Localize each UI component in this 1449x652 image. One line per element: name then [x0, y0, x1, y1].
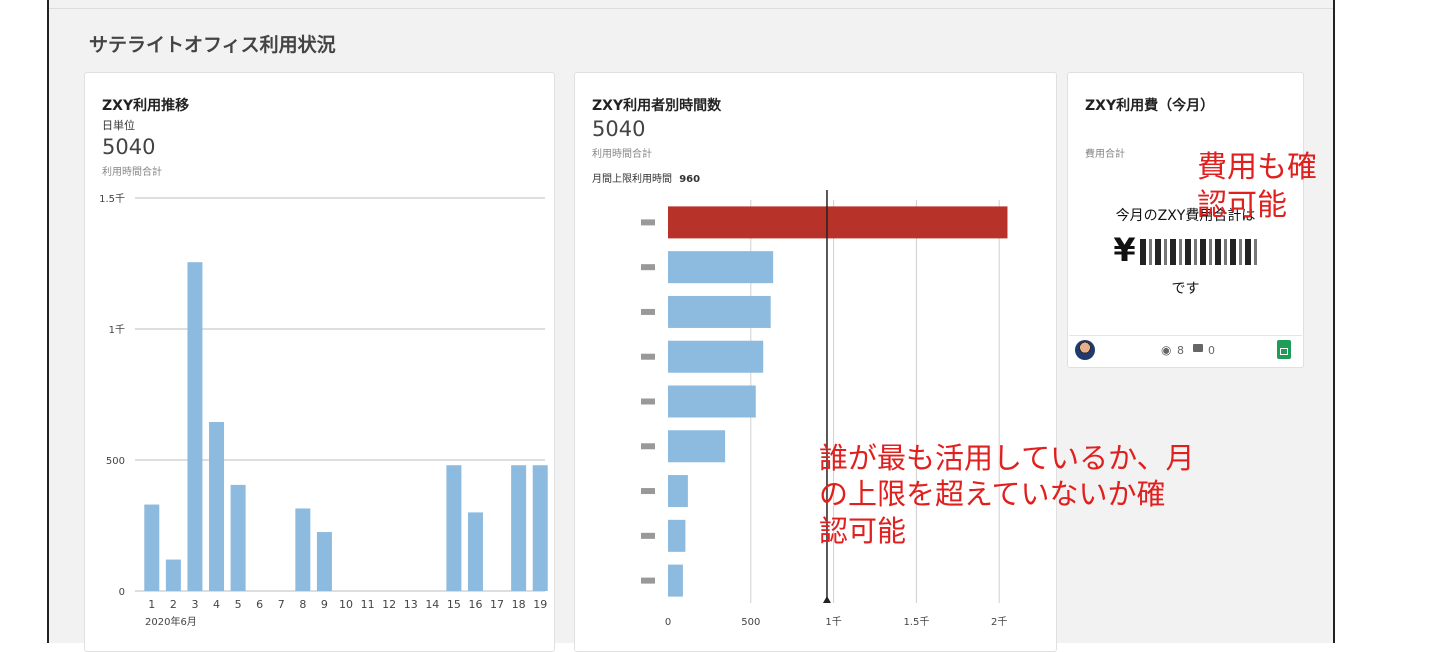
- eye-icon: ◉: [1161, 343, 1172, 357]
- bar: [668, 295, 771, 328]
- usage-trend-chart: 05001千1.5千1 2 3 4 5 6 7 8 9 10 11 12 13 14 15 16 17 18 19: [99, 193, 548, 611]
- masked-user-label: [641, 264, 655, 271]
- x-tick-label: 5: [235, 598, 242, 611]
- bar: [668, 340, 764, 373]
- x-tick-label: 10: [339, 598, 353, 611]
- x-tick-label: 14: [425, 598, 439, 611]
- cost-label: 費用合計: [1085, 149, 1125, 160]
- masked-user-label: [641, 398, 655, 405]
- cost-amount: ¥: [1068, 231, 1303, 269]
- total-hours-label: 利用時間合計: [102, 167, 162, 178]
- currency-symbol: ¥: [1113, 231, 1136, 269]
- masked-user-label: [641, 443, 655, 450]
- x-tick-label: 1千: [825, 616, 841, 628]
- x-tick-label: 0: [665, 617, 671, 628]
- monthly-limit: 月間上限利用時間 960: [592, 170, 700, 185]
- bar: [532, 465, 548, 591]
- y-tick-label: 1千: [109, 324, 125, 336]
- bar: [209, 422, 225, 591]
- x-tick-label: 2千: [991, 616, 1007, 628]
- masked-user-label: [641, 577, 655, 584]
- x-tick-label: 7: [278, 598, 285, 611]
- y-tick-label: 0: [119, 587, 125, 598]
- usage-trend-card[interactable]: ZXY利用推移 日単位 5040 利用時間合計 0 500 1千 1.5千 1 2 3 4 5 6…: [84, 72, 555, 652]
- total-hours: 5040: [102, 135, 156, 159]
- masked-user-label: [641, 532, 655, 539]
- divider: [49, 8, 1333, 9]
- bar: [467, 512, 483, 591]
- x-tick-label: 1: [148, 598, 155, 611]
- x-tick-label: 8: [299, 598, 306, 611]
- spreadsheet-icon[interactable]: [1277, 340, 1291, 359]
- section-title: サテライトオフィス利用状況: [89, 34, 336, 56]
- x-tick-label: 6: [256, 598, 263, 611]
- x-tick-label: 3: [191, 598, 198, 611]
- bar: [316, 532, 332, 591]
- cost-annotation: 費用も確認可能: [1197, 150, 1317, 223]
- masked-user-label: [641, 353, 655, 360]
- masked-user-label: [641, 308, 655, 315]
- usage-annotation: 誰が最も活用しているか、月 の上限を超えていないか確 認可能: [819, 440, 1195, 549]
- bar: [165, 559, 181, 591]
- x-tick-label: 17: [490, 598, 504, 611]
- y-tick-label: 1.5千: [99, 193, 125, 205]
- bar: [230, 484, 246, 591]
- card-footer: ◉ 8 0: [1069, 335, 1302, 366]
- comment-count: 0: [1208, 344, 1215, 357]
- bar: [446, 465, 462, 591]
- comment-icon: [1193, 344, 1203, 352]
- x-tick-label: 9: [321, 598, 328, 611]
- masked-user-label: [641, 219, 655, 226]
- bar: [144, 504, 160, 591]
- card-title: ZXY利用費（今月）: [1085, 98, 1215, 114]
- total-hours: 5040: [592, 117, 646, 141]
- total-hours-label: 利用時間合計: [592, 149, 652, 160]
- x-axis-label: 2020年6月: [145, 617, 197, 628]
- usage-annotation-line: 認可能: [819, 513, 907, 548]
- usage-annotation-line: 誰が最も活用しているか、月: [819, 441, 1195, 475]
- bar: [668, 430, 726, 463]
- monthly-limit-label: 月間上限利用時間: [592, 174, 672, 185]
- x-tick-label: 19: [533, 598, 547, 611]
- x-tick-label: 1.5千: [903, 616, 929, 628]
- bar: [668, 519, 686, 552]
- bar: [187, 262, 203, 591]
- x-tick-label: 11: [361, 598, 375, 611]
- x-tick-label: 15: [447, 598, 461, 611]
- masked-user-label: [641, 488, 655, 495]
- x-tick-label: 12: [382, 598, 396, 611]
- dashboard-panel: サテライトオフィス利用状況 ZXY利用推移 日単位 5040 利用時間合計 05…: [47, 0, 1335, 652]
- bar: [295, 508, 311, 591]
- view-count: 8: [1177, 344, 1184, 357]
- bar: [668, 385, 756, 418]
- x-tick-label: 18: [512, 598, 526, 611]
- card-title: ZXY利用推移: [102, 98, 190, 114]
- cost-suffix: です: [1171, 281, 1200, 297]
- card-title: ZXY利用者別時間数: [592, 98, 722, 114]
- user-hours-card[interactable]: ZXY利用者別時間数 5040 利用時間合計 月間上限利用時間 960 0 500…: [574, 72, 1057, 652]
- y-tick-label: 500: [106, 456, 125, 467]
- limit-marker: [822, 596, 831, 603]
- avatar[interactable]: [1075, 340, 1095, 360]
- usage-annotation-line: の上限を超えていないか確: [819, 477, 1166, 512]
- x-tick-label: 4: [213, 598, 220, 611]
- x-tick-label: 500: [741, 617, 760, 628]
- bar: [668, 206, 1008, 239]
- masked-amount: [1139, 239, 1258, 265]
- monthly-limit-value: 960: [679, 174, 701, 185]
- bar: [668, 564, 683, 597]
- card-subtitle: 日単位: [102, 119, 135, 132]
- x-tick-label: 13: [404, 598, 418, 611]
- user-hours-chart: 05001千1.5千2千2.5千: [641, 190, 1008, 628]
- bar: [668, 475, 688, 508]
- x-tick-label: 16: [468, 598, 482, 611]
- bar: [511, 465, 527, 591]
- bar: [668, 251, 774, 284]
- x-tick-label: 2: [170, 598, 177, 611]
